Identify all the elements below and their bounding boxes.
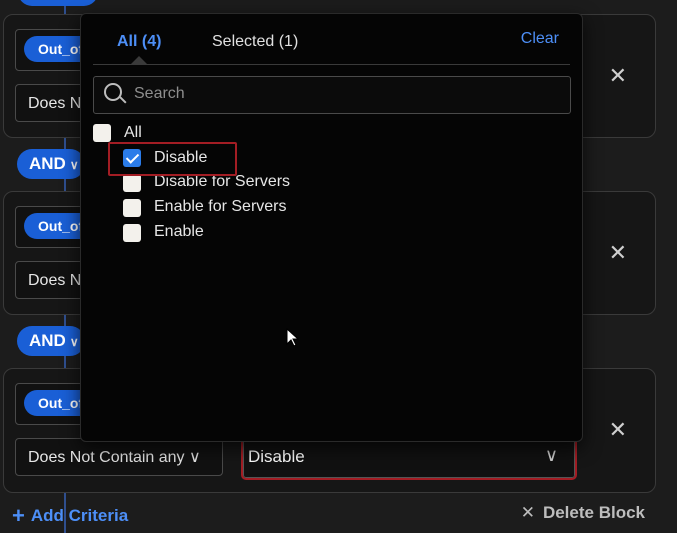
mouse-cursor-icon <box>286 328 300 347</box>
selection-highlight <box>108 142 237 176</box>
option-enable-for-servers-label[interactable]: Enable for Servers <box>154 198 287 216</box>
chevron-down-icon: ∨ <box>69 158 79 172</box>
option-enable-label[interactable]: Enable <box>154 223 204 241</box>
multiselect-dropdown-panel: All (4) Selected (1) Clear Search All Di… <box>80 13 583 442</box>
option-all-label[interactable]: All <box>124 124 142 142</box>
remove-criteria-icon[interactable]: ✕ <box>609 417 627 443</box>
clear-button[interactable]: Clear <box>521 30 559 48</box>
search-input[interactable]: Search <box>93 76 571 114</box>
checkbox-enable[interactable] <box>123 224 141 242</box>
checkbox-enable-for-servers[interactable] <box>123 199 141 217</box>
plus-icon: + <box>12 503 25 528</box>
divider <box>93 64 570 65</box>
checkbox-all[interactable] <box>93 124 111 142</box>
tab-selected[interactable]: Selected (1) <box>212 33 298 51</box>
tab-all[interactable]: All (4) <box>117 33 161 51</box>
search-placeholder: Search <box>134 85 185 102</box>
value-dropdown[interactable]: Disable ∨ <box>241 436 577 480</box>
remove-criteria-icon[interactable]: ✕ <box>609 63 627 89</box>
and-label: AND <box>29 331 66 350</box>
tab-indicator <box>131 56 147 64</box>
and-label: AND <box>29 154 66 173</box>
and-connector[interactable]: AND ∨ <box>17 326 85 356</box>
chevron-down-icon: ∨ <box>69 335 79 349</box>
remove-criteria-icon[interactable]: ✕ <box>609 240 627 266</box>
value-text: Disable <box>248 447 305 466</box>
search-icon <box>104 83 122 101</box>
delete-block-label: Delete Block <box>542 503 645 522</box>
delete-block-button[interactable]: ✕ Delete Block <box>521 503 645 523</box>
checkbox-disable-for-servers[interactable] <box>123 174 141 192</box>
chevron-down-icon: ∨ <box>544 445 558 465</box>
close-icon: ✕ <box>520 503 535 522</box>
add-criteria-button[interactable]: + Add Criteria <box>12 503 128 529</box>
operator-dropdown[interactable]: Does Not Contain any ∨ <box>15 438 223 476</box>
top-connector-pill[interactable] <box>18 0 98 6</box>
and-connector[interactable]: AND ∨ <box>17 149 85 179</box>
add-criteria-label: Add Criteria <box>30 506 129 525</box>
